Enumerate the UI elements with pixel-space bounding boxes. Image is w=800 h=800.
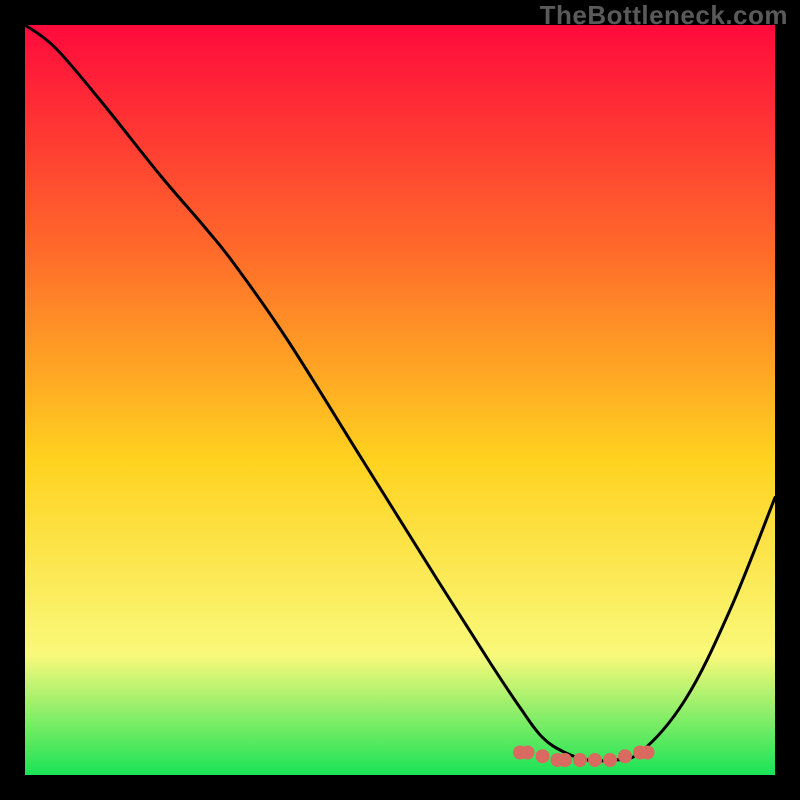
optimal-marker xyxy=(521,746,535,760)
optimal-marker xyxy=(588,753,602,767)
optimal-marker xyxy=(641,746,655,760)
optimal-marker xyxy=(573,753,587,767)
chart-svg xyxy=(25,25,775,775)
chart-stage: TheBottleneck.com xyxy=(0,0,800,800)
optimal-marker xyxy=(558,753,572,767)
optimal-marker xyxy=(536,749,550,763)
optimal-marker xyxy=(603,753,617,767)
gradient-background xyxy=(25,25,775,775)
plot-area xyxy=(25,25,775,775)
optimal-marker xyxy=(618,749,632,763)
